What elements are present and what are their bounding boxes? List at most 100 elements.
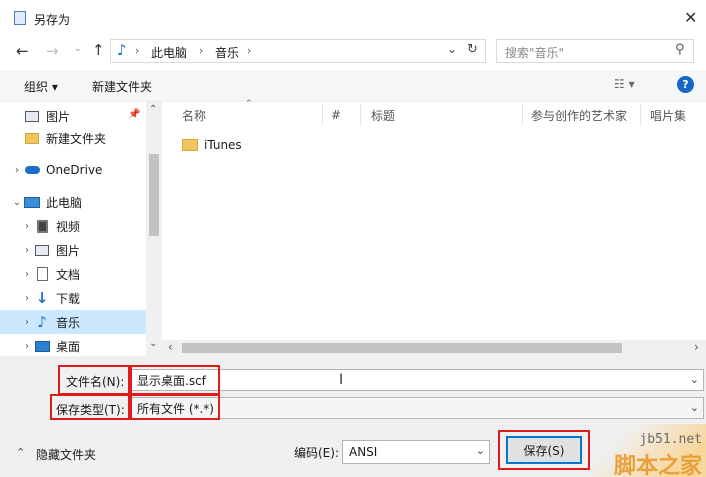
chevron-right-icon[interactable]: › bbox=[10, 165, 24, 176]
pictures-icon bbox=[34, 243, 50, 257]
watermark: jb51.net 脚本之家 bbox=[580, 424, 706, 477]
cloud-icon bbox=[24, 163, 40, 177]
desktop-icon bbox=[34, 339, 50, 353]
sidebar-item-label: 新建文件夹 bbox=[46, 131, 107, 146]
close-icon[interactable]: ✕ bbox=[684, 8, 697, 27]
list-item[interactable]: iTunes bbox=[182, 135, 242, 155]
chevron-down-icon[interactable]: ⌄ bbox=[690, 401, 699, 414]
search-icon: ⚲ bbox=[675, 42, 685, 57]
sidebar-item-videos[interactable]: › 视频 bbox=[0, 214, 146, 238]
toolbar: 组织 ▾ 新建文件夹 ☷ ▾ ? bbox=[0, 70, 706, 102]
back-icon[interactable]: ← bbox=[16, 42, 29, 60]
view-options-icon[interactable]: ☷ ▾ bbox=[614, 77, 635, 91]
column-header-album[interactable]: 唱片集 bbox=[650, 104, 686, 126]
breadcrumb-sep-icon: › bbox=[247, 44, 252, 57]
sidebar-item-label: OneDrive bbox=[46, 163, 103, 177]
breadcrumb-this-pc[interactable]: 此电脑 bbox=[151, 44, 187, 61]
title-bar: 另存为 ✕ bbox=[0, 0, 706, 36]
sidebar-item-this-pc[interactable]: ⌄ 此电脑 bbox=[0, 190, 146, 214]
sidebar-item-new-folder[interactable]: 新建文件夹 bbox=[0, 126, 146, 150]
chevron-right-icon[interactable]: › bbox=[20, 293, 34, 304]
file-name: iTunes bbox=[204, 138, 242, 152]
scroll-up-icon[interactable]: ⌃ bbox=[149, 104, 157, 115]
column-divider[interactable] bbox=[360, 104, 361, 126]
chevron-down-icon[interactable]: ⌄ bbox=[690, 373, 699, 386]
chevron-right-icon[interactable]: › bbox=[20, 221, 34, 232]
chevron-down-icon[interactable]: ⌄ bbox=[10, 197, 24, 208]
sidebar-item-label: 此电脑 bbox=[46, 195, 83, 210]
scroll-right-icon[interactable]: › bbox=[694, 340, 699, 354]
encoding-label: 编码(E): bbox=[294, 446, 339, 460]
sidebar-item-label: 音乐 bbox=[56, 315, 81, 330]
horizontal-scrollbar[interactable]: ‹ › bbox=[162, 340, 706, 356]
search-input[interactable]: 搜索"音乐" ⚲ bbox=[496, 39, 694, 63]
sidebar-scrollbar[interactable]: ⌃ ⌄ bbox=[146, 102, 162, 356]
sidebar-item-label: 视频 bbox=[56, 219, 81, 234]
search-placeholder: 搜索"音乐" bbox=[505, 46, 565, 60]
encoding-select[interactable]: ANSI ⌄ bbox=[342, 440, 490, 464]
watermark-site: jb51.net bbox=[639, 432, 702, 447]
sidebar-item-quick-pictures[interactable]: 图片 📌 bbox=[0, 104, 146, 128]
new-folder-button[interactable]: 新建文件夹 bbox=[92, 78, 152, 95]
video-icon bbox=[34, 219, 50, 233]
music-icon: ♪ bbox=[37, 313, 47, 331]
chevron-right-icon[interactable]: › bbox=[20, 317, 34, 328]
sidebar-item-desktop[interactable]: › 桌面 bbox=[0, 334, 146, 356]
chevron-down-icon[interactable]: ⌄ bbox=[447, 42, 457, 56]
scroll-down-icon[interactable]: ⌄ bbox=[149, 338, 157, 349]
chevron-up-icon[interactable]: ⌃ bbox=[16, 446, 25, 459]
chevron-right-icon[interactable]: › bbox=[20, 245, 34, 256]
sidebar-item-onedrive[interactable]: › OneDrive bbox=[0, 158, 146, 182]
breadcrumb-sep-icon: › bbox=[135, 44, 140, 57]
sidebar-item-label: 文档 bbox=[56, 267, 81, 282]
download-icon: ↓ bbox=[35, 289, 49, 307]
notepad-icon bbox=[14, 11, 26, 25]
document-icon bbox=[34, 267, 50, 281]
pin-icon[interactable]: 📌 bbox=[128, 109, 140, 120]
forward-icon[interactable]: → bbox=[46, 42, 59, 60]
up-icon[interactable]: ↑ bbox=[92, 41, 105, 59]
highlight-filename-label bbox=[58, 365, 130, 395]
watermark-name: 脚本之家 bbox=[613, 454, 702, 477]
music-icon: ♪ bbox=[117, 41, 127, 59]
column-divider[interactable] bbox=[322, 104, 323, 126]
pictures-icon bbox=[24, 109, 40, 123]
encoding-value: ANSI bbox=[349, 445, 378, 459]
sidebar-item-downloads[interactable]: › ↓ 下载 bbox=[0, 286, 146, 310]
breadcrumb-music[interactable]: 音乐 bbox=[215, 44, 239, 61]
sidebar-item-label: 桌面 bbox=[56, 339, 81, 354]
scroll-left-icon[interactable]: ‹ bbox=[168, 340, 173, 354]
chevron-right-icon[interactable]: › bbox=[20, 341, 34, 352]
window-title: 另存为 bbox=[34, 13, 71, 27]
column-header-artist[interactable]: 参与创作的艺术家 bbox=[531, 104, 627, 126]
column-header-name[interactable]: 名称 bbox=[182, 104, 206, 126]
sidebar-item-music[interactable]: › ♪ 音乐 bbox=[0, 310, 146, 334]
computer-icon bbox=[24, 195, 40, 209]
highlight-filename-value bbox=[130, 365, 220, 395]
help-icon[interactable]: ? bbox=[677, 76, 694, 93]
scrollbar-thumb[interactable] bbox=[182, 343, 622, 353]
refresh-icon[interactable]: ↻ bbox=[467, 42, 478, 57]
chevron-down-icon[interactable]: ⌄ bbox=[476, 444, 485, 457]
sidebar-item-pictures[interactable]: › 图片 bbox=[0, 238, 146, 262]
sort-ascending-icon: ⌃ bbox=[245, 99, 253, 109]
text-cursor-icon: I bbox=[339, 372, 344, 388]
breadcrumb-sep-icon: › bbox=[199, 44, 204, 57]
address-bar[interactable]: ♪ › 此电脑 › 音乐 › ⌄ ↻ bbox=[110, 39, 486, 63]
chevron-right-icon[interactable]: › bbox=[20, 269, 34, 280]
navigation-pane: 图片 📌 新建文件夹 › OneDrive ⌄ 此电脑 › 视频 › 图片 › … bbox=[0, 102, 162, 356]
highlight-filetype-value bbox=[130, 394, 220, 420]
organize-button[interactable]: 组织 ▾ bbox=[24, 78, 58, 95]
sidebar-item-documents[interactable]: › 文档 bbox=[0, 262, 146, 286]
recent-dropdown-icon[interactable]: ⌄ bbox=[74, 44, 82, 54]
column-header-number[interactable]: # bbox=[331, 104, 341, 126]
hide-folders-button[interactable]: 隐藏文件夹 bbox=[36, 446, 96, 463]
sidebar-item-label: 图片 bbox=[56, 243, 81, 258]
column-header-title[interactable]: 标题 bbox=[371, 104, 395, 126]
scrollbar-thumb[interactable] bbox=[149, 154, 159, 236]
column-divider[interactable] bbox=[640, 104, 641, 126]
column-divider[interactable] bbox=[522, 104, 523, 126]
highlight-filetype-label bbox=[50, 394, 130, 420]
sidebar-item-label: 下载 bbox=[56, 291, 81, 306]
folder-icon bbox=[24, 131, 40, 145]
